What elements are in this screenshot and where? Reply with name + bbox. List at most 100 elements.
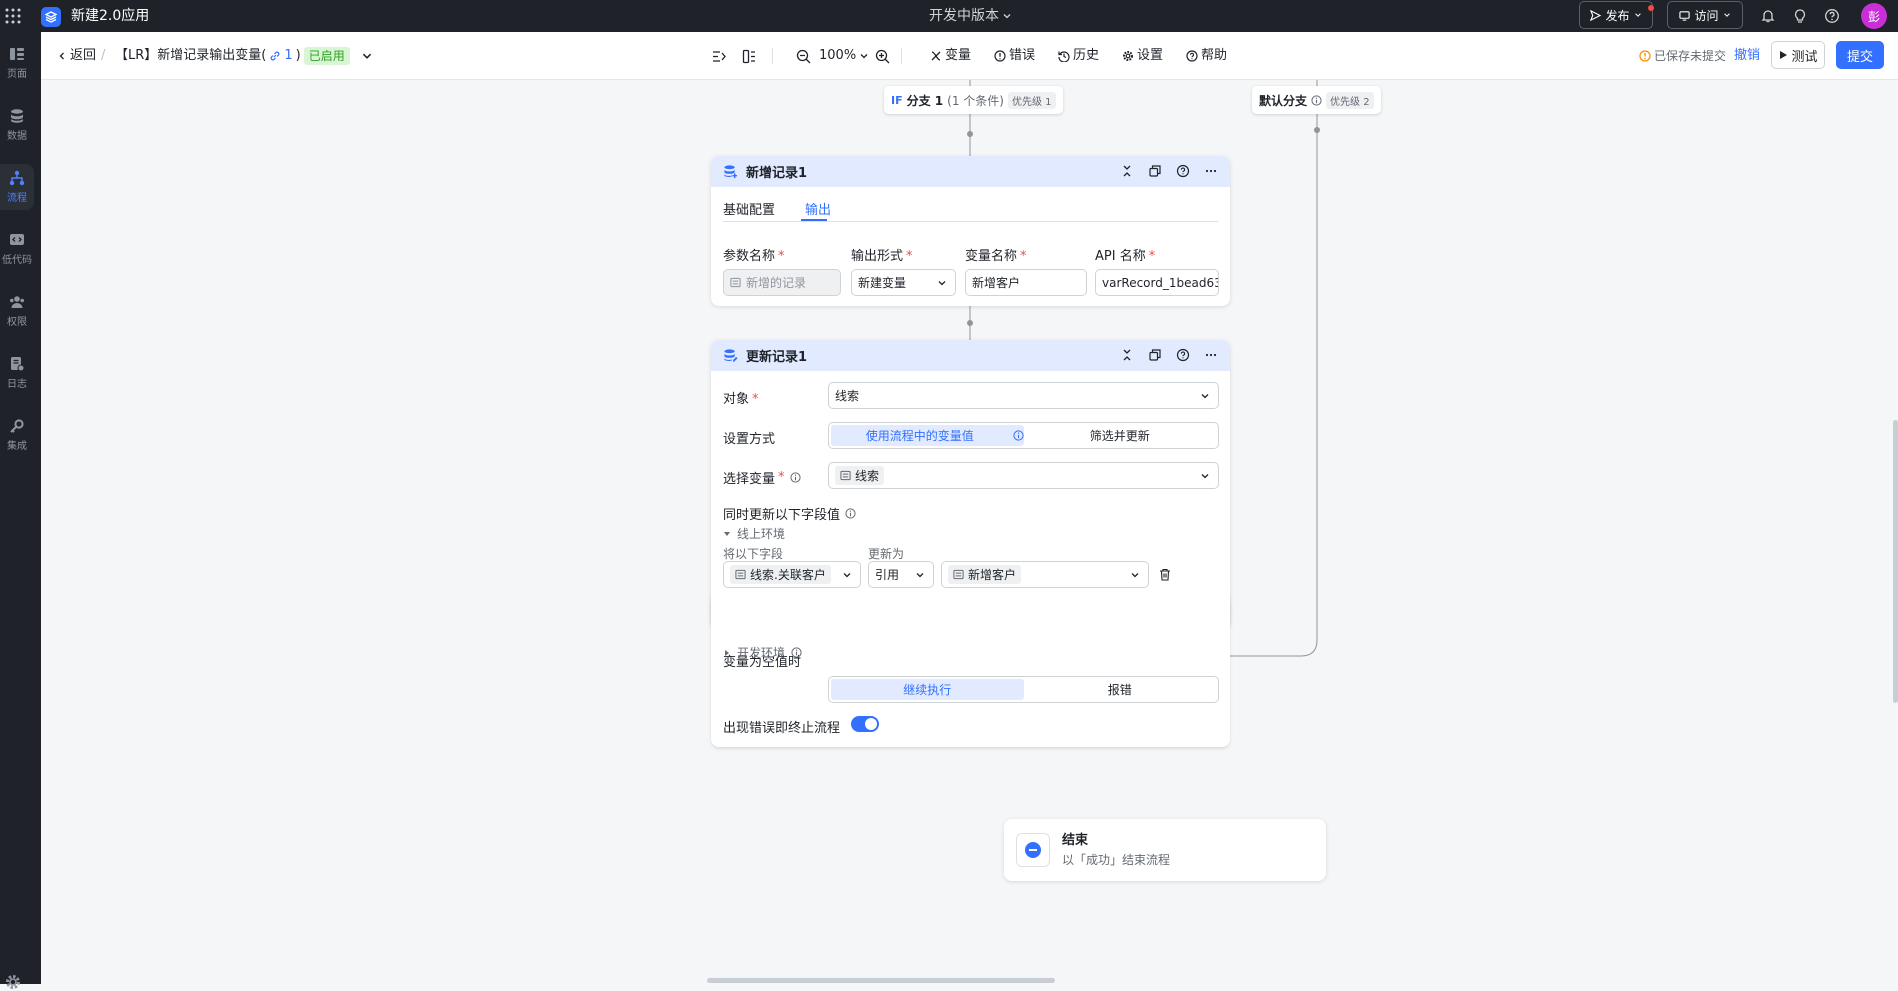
object-label: 对象 * — [723, 392, 759, 407]
test-button[interactable]: 测试 — [1771, 41, 1825, 69]
object-select[interactable]: 线索 — [828, 382, 1219, 409]
dev-env-toggle[interactable]: 开发环境 — [723, 644, 802, 661]
end-node[interactable]: 结束 以「成功」结束流程 — [1004, 819, 1326, 881]
help-icon[interactable] — [1176, 164, 1190, 178]
visit-button[interactable]: 访问 — [1667, 1, 1743, 29]
default-branch-chip[interactable]: 默认分支 优先级 2 — [1252, 86, 1381, 114]
zoom-selector[interactable]: 100% — [819, 46, 869, 66]
help-button[interactable]: 帮助 — [1186, 46, 1227, 66]
chip-text: 线索.关联客户 — [750, 568, 826, 582]
collapse-icon[interactable] — [1120, 164, 1134, 178]
app-name[interactable]: 新建2.0应用 — [71, 7, 149, 25]
submit-button[interactable]: 提交 — [1836, 41, 1884, 69]
flow-title[interactable]: 【LR】新增记录输出变量( 1 ) 已启用 — [115, 46, 373, 66]
zoom-in-icon[interactable] — [875, 49, 890, 64]
section-label: 线上环境 — [737, 527, 786, 541]
sidebar-item-logs[interactable]: 日志 — [0, 350, 34, 396]
toolbar-divider — [901, 48, 902, 64]
chevron-down-icon — [916, 573, 924, 578]
settings-button[interactable]: 设置 — [1122, 46, 1163, 66]
api-name-input[interactable]: varRecord_1bead63 — [1095, 269, 1219, 296]
sidebar-item-integration[interactable]: 集成 — [0, 412, 34, 458]
variables-button[interactable]: 变量 — [930, 46, 971, 66]
collapse-icon[interactable] — [1120, 348, 1134, 362]
field-column-header: 将以下字段 — [723, 547, 784, 561]
version-selector[interactable]: 开发中版本 — [929, 7, 1012, 25]
sidebar-item-permissions[interactable]: 权限 — [0, 288, 34, 334]
zoom-level: 100% — [819, 48, 857, 63]
empty-option-error[interactable]: 报错 — [1024, 679, 1217, 700]
layout-toggle-icon[interactable] — [742, 49, 757, 64]
zoom-out-icon[interactable] — [796, 49, 811, 64]
auto-layout-icon[interactable] — [712, 49, 727, 64]
chevron-down-icon[interactable] — [361, 50, 373, 62]
node-header: 更新记录1 — [711, 340, 1230, 371]
branch-1-chip[interactable]: IF 分支 1 (1 个条件) 优先级 1 — [884, 86, 1063, 114]
tab-output[interactable]: 输出 — [805, 199, 831, 218]
sidebar-item-label: 页面 — [7, 69, 27, 80]
empty-option-continue[interactable]: 继续执行 — [831, 679, 1024, 700]
caret-right-icon — [725, 649, 729, 656]
online-env-toggle[interactable]: 线上环境 — [723, 525, 785, 542]
node-tools — [1120, 348, 1218, 362]
method-option-filter[interactable]: 筛选并更新 — [1024, 425, 1217, 446]
output-form-select[interactable]: 新建变量 — [851, 269, 956, 296]
top-bar: 新建2.0应用 开发中版本 发布 访问 彭 — [0, 0, 1898, 32]
priority-badge: 优先级 2 — [1326, 91, 1374, 109]
stop-on-error-label: 出现错误即终止流程 — [723, 721, 841, 736]
gear-icon[interactable] — [4, 973, 22, 991]
back-link[interactable]: 返回 — [57, 46, 96, 66]
history-button[interactable]: 历史 — [1058, 46, 1099, 66]
chip-text: 新增客户 — [968, 568, 1017, 582]
flow-canvas[interactable]: IF 分支 1 (1 个条件) 优先级 1 默认分支 优先级 2 新增记录1 基… — [41, 80, 1898, 984]
more-icon[interactable] — [1204, 164, 1218, 178]
chip-text: 线索 — [855, 469, 880, 483]
title-paren: ) — [295, 48, 301, 63]
undo-link[interactable]: 撤销 — [1734, 46, 1760, 66]
app-grid-icon[interactable] — [4, 7, 22, 25]
stop-on-error-toggle[interactable] — [851, 716, 879, 732]
sidebar-item-lowcode[interactable]: 低代码 — [0, 226, 34, 272]
update-node-lower-section: 变量为空值时 继续执行 报错 出现错误即终止流程 — [711, 600, 1230, 747]
errors-button[interactable]: 错误 — [994, 46, 1035, 66]
publish-button[interactable]: 发布 — [1579, 1, 1654, 29]
create-record-node[interactable]: 新增记录1 基础配置 输出 参数名称 * 输出形式 * 变量名称 * API 名称 * … — [711, 156, 1230, 306]
version-number: 1 — [284, 48, 293, 63]
left-sidebar: 页面 数据 流程 低代码 权限 日志 集成 — [0, 32, 41, 989]
var-name-input[interactable]: 新增客户 — [965, 269, 1087, 296]
version-label: 开发中版本 — [929, 8, 999, 24]
vertical-scrollbar[interactable] — [1893, 420, 1898, 703]
copy-icon[interactable] — [1148, 164, 1162, 178]
copy-icon[interactable] — [1148, 348, 1162, 362]
flow-toolbar: 返回 / 【LR】新增记录输出变量( 1 ) 已启用 100% 变量 错误 历史… — [41, 32, 1898, 80]
sidebar-item-label: 低代码 — [2, 255, 32, 266]
help-icon[interactable] — [1176, 348, 1190, 362]
history-icon — [1058, 51, 1070, 62]
more-icon[interactable] — [1204, 348, 1218, 362]
log-icon — [11, 357, 25, 372]
update-value-select[interactable]: 新增客户 — [941, 561, 1149, 588]
sidebar-item-pages[interactable]: 页面 — [0, 40, 34, 86]
chevron-down-icon — [1723, 13, 1730, 17]
sidebar-item-flow[interactable]: 流程 — [0, 164, 34, 210]
method-option-variable[interactable]: 使用流程中的变量值 — [831, 425, 1024, 446]
target-field-select[interactable]: 线索.关联客户 — [723, 561, 861, 588]
user-avatar[interactable]: 彭 — [1861, 3, 1887, 29]
variable-select[interactable]: 线索 — [828, 462, 1219, 489]
horizontal-scrollbar[interactable] — [707, 978, 1055, 983]
sidebar-item-label: 集成 — [7, 441, 27, 452]
param-name-field: 新增的记录 — [723, 269, 841, 296]
help-icon[interactable] — [1824, 8, 1840, 24]
option-text: 使用流程中的变量值 — [865, 429, 974, 443]
update-record-node[interactable]: 更新记录1 对象 * 线索 设置方式 使用流程中的变量值 筛选并更新 选择变量 * … — [711, 340, 1230, 629]
delete-icon[interactable] — [1159, 568, 1171, 581]
bell-icon[interactable] — [1760, 8, 1776, 24]
output-form-header: 输出形式 * — [851, 249, 913, 264]
status-badge: 已启用 — [303, 47, 350, 65]
branch-label: 默认分支 — [1259, 93, 1308, 108]
update-mode-select[interactable]: 引用 — [868, 561, 934, 588]
record-icon — [840, 470, 851, 481]
tab-basic-config[interactable]: 基础配置 — [723, 199, 775, 218]
sidebar-item-data[interactable]: 数据 — [0, 102, 34, 148]
lightbulb-icon[interactable] — [1792, 8, 1808, 24]
